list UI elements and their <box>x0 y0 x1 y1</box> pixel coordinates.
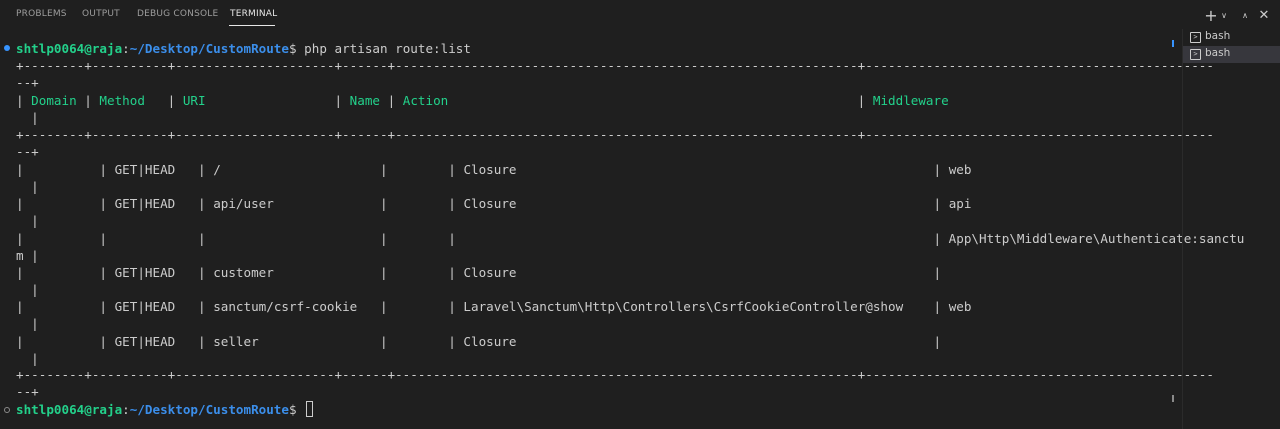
terminal-icon: > <box>1190 32 1201 43</box>
prompt-user: shtlp0064@raja <box>16 402 123 417</box>
tab-problems[interactable]: PROBLEMS <box>16 9 67 19</box>
terminal-cursor <box>306 401 314 417</box>
cell-action: Closure <box>463 264 517 280</box>
cell-method: GET|HEAD <box>114 196 176 212</box>
table-header-row: | Domain | Method | URI | Name | Action … <box>16 93 949 108</box>
terminal-tab-bash-1[interactable]: > bash <box>1183 29 1280 46</box>
chevron-down-icon[interactable]: ∨ <box>1218 11 1230 20</box>
prompt-separator: : <box>122 41 130 56</box>
panel-actions: + ∨ ∧ ✕ <box>1204 6 1272 25</box>
header-method: Method <box>99 93 145 108</box>
cell-uri: customer <box>213 264 274 280</box>
cell-middleware: api <box>948 196 972 212</box>
cell-middleware: web <box>948 162 972 177</box>
table-row-wrap: | <box>16 282 39 298</box>
table-border-wrap: --+ <box>16 144 39 159</box>
table-border-wrap: --+ <box>16 75 39 90</box>
header-action: Action <box>402 93 449 108</box>
table-row-wrap: m | <box>16 247 39 263</box>
close-icon[interactable]: ✕ <box>1256 8 1272 23</box>
terminal-tab-label: bash <box>1205 47 1231 59</box>
command-text: php artisan route:list <box>296 41 471 56</box>
prompt-path: ~/Desktop/CustomRoute <box>129 402 289 417</box>
prompt-path: ~/Desktop/CustomRoute <box>129 41 289 56</box>
cell-method: GET|HEAD <box>114 299 176 315</box>
table-border: +--------+----------+-------------------… <box>16 127 1214 142</box>
table-row: | | GET|HEAD | sanctum/csrf-cookie | | L… <box>16 299 972 315</box>
header-middleware: Middleware <box>872 93 949 108</box>
table-row: | | GET|HEAD | / | | Closure | web <box>16 162 972 177</box>
tab-terminal[interactable]: TERMINAL <box>230 9 277 19</box>
terminal-icon: > <box>1190 49 1201 60</box>
table-row: | | GET|HEAD | customer | | Closure | <box>16 264 949 280</box>
cell-action: Closure <box>463 333 517 349</box>
table-row: | | GET|HEAD | api/user | | Closure | ap… <box>16 196 972 212</box>
prompt-symbol: $ <box>288 41 297 56</box>
active-tab-indicator <box>229 25 275 26</box>
terminal-tabs-list: > bash > bash <box>1183 29 1280 429</box>
cell-action: Closure <box>463 196 517 212</box>
header-uri: URI <box>182 93 206 108</box>
header-name: Name <box>349 93 380 108</box>
terminal-tab-label: bash <box>1205 30 1231 42</box>
table-row-wrap: | <box>16 213 39 229</box>
cell-action: Laravel\Sanctum\Http\Controllers\CsrfCoo… <box>463 299 904 315</box>
table-border: +--------+----------+-------------------… <box>16 58 1214 73</box>
cell-action: Closure <box>463 162 517 177</box>
terminal-tab-bash-2[interactable]: > bash <box>1183 46 1280 63</box>
prompt-separator: : <box>122 402 130 417</box>
plus-icon[interactable]: + <box>1204 6 1218 25</box>
tab-debug-console[interactable]: DEBUG CONSOLE <box>137 9 218 19</box>
cell-method: GET|HEAD <box>114 264 176 280</box>
cell-uri: / <box>213 162 221 177</box>
table-border: +--------+----------+-------------------… <box>16 367 1214 382</box>
command-line: shtlp0064@raja:~/Desktop/CustomRoute$ ph… <box>16 40 471 57</box>
command-success-decoration-icon[interactable] <box>4 45 10 51</box>
table-header-wrap: | <box>16 110 39 125</box>
prompt-line: shtlp0064@raja:~/Desktop/CustomRoute$ <box>16 401 314 418</box>
table-row-wrap: | <box>16 350 39 366</box>
cell-middleware: web <box>948 299 972 315</box>
cell-uri: seller <box>213 333 259 349</box>
cell-uri: sanctum/csrf-cookie <box>213 299 358 315</box>
chevron-up-icon[interactable]: ∧ <box>1236 11 1254 20</box>
prompt-user: shtlp0064@raja <box>16 41 123 56</box>
table-row: | | | | | | App\Http\Middleware\Authenti… <box>16 230 1245 246</box>
tab-output[interactable]: OUTPUT <box>82 9 120 19</box>
header-domain: Domain <box>31 93 77 108</box>
table-border-wrap: --+ <box>16 384 39 399</box>
panel-tab-bar: PROBLEMS OUTPUT DEBUG CONSOLE TERMINAL +… <box>0 0 1280 29</box>
table-row-wrap: | <box>16 179 39 195</box>
prompt-decoration-icon[interactable] <box>4 407 10 413</box>
cell-method: GET|HEAD <box>114 333 176 349</box>
cell-uri: api/user <box>213 196 274 212</box>
table-row-wrap: | <box>16 316 39 332</box>
prompt-symbol: $ <box>288 402 297 417</box>
cell-method: GET|HEAD <box>114 162 176 177</box>
overview-ruler-mark <box>1172 395 1174 402</box>
table-row: | | GET|HEAD | seller | | Closure | <box>16 333 949 349</box>
terminal-output[interactable]: shtlp0064@raja:~/Desktop/CustomRoute$ ph… <box>0 35 1244 425</box>
overview-ruler-mark <box>1172 40 1174 47</box>
